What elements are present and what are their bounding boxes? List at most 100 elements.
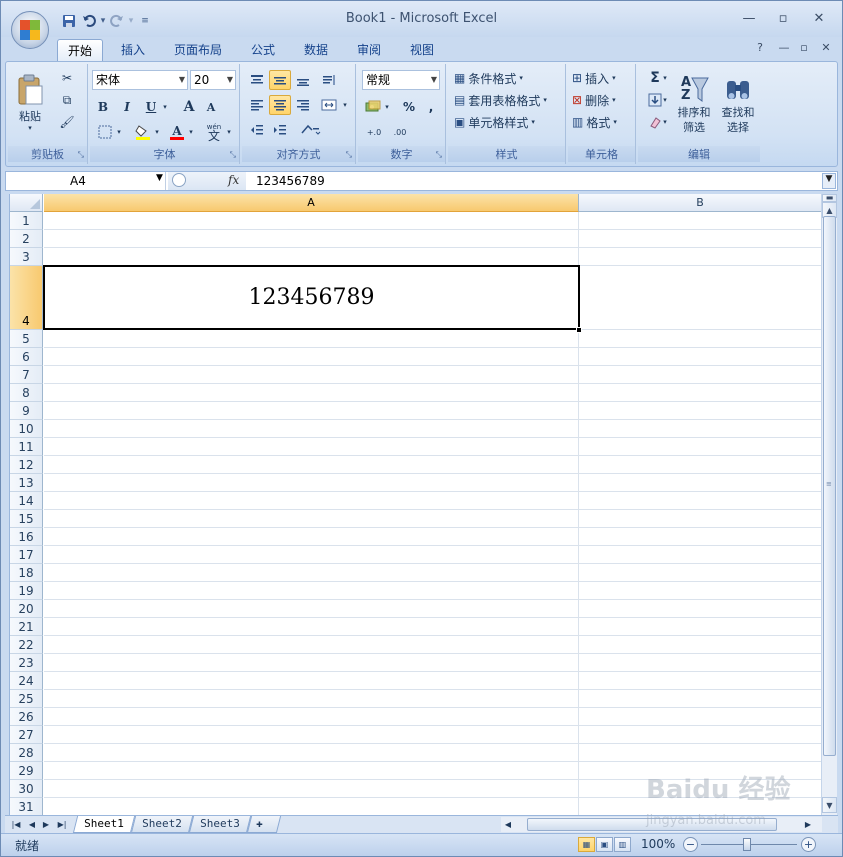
row-header-26[interactable]: 26 xyxy=(10,708,43,726)
phonetic-dropdown-icon[interactable]: ▾ xyxy=(224,122,234,142)
format-as-table-button[interactable]: ▤ 套用表格格式 ▾ xyxy=(454,90,547,110)
horizontal-scrollbar[interactable]: ◀ ▶ xyxy=(501,817,822,832)
ribbon-minimize-icon[interactable]: — xyxy=(775,41,793,57)
align-bottom-icon[interactable] xyxy=(292,70,314,90)
row-header-14[interactable]: 14 xyxy=(10,492,43,510)
row-header-5[interactable]: 5 xyxy=(10,330,43,348)
decrease-indent-icon[interactable] xyxy=(246,120,268,140)
format-painter-icon[interactable]: 🖌 xyxy=(56,112,78,132)
percent-button[interactable]: % xyxy=(398,97,420,117)
zoom-slider-thumb[interactable] xyxy=(743,838,751,851)
accounting-format-icon[interactable] xyxy=(362,97,384,117)
close-icon[interactable]: ✕ xyxy=(804,7,834,29)
split-box-icon[interactable]: ▬ xyxy=(822,194,837,202)
row-header-17[interactable]: 17 xyxy=(10,546,43,564)
conditional-format-button[interactable]: ▦ 条件格式 ▾ xyxy=(454,68,523,88)
page-break-view-icon[interactable]: ▥ xyxy=(614,837,631,852)
ribbon-close-icon[interactable]: ✕ xyxy=(817,41,835,57)
number-launcher-icon[interactable]: ⤡ xyxy=(436,150,442,160)
row-header-21[interactable]: 21 xyxy=(10,618,43,636)
row-header-28[interactable]: 28 xyxy=(10,744,43,762)
tab-home[interactable]: 开始 xyxy=(57,39,104,61)
fill-dropdown-icon[interactable]: ▾ xyxy=(660,90,670,110)
row-header-24[interactable]: 24 xyxy=(10,672,43,690)
tab-page-layout[interactable]: 页面布局 xyxy=(164,39,232,61)
first-sheet-icon[interactable]: |◀ xyxy=(9,817,23,832)
row-header-13[interactable]: 13 xyxy=(10,474,43,492)
row-header-25[interactable]: 25 xyxy=(10,690,43,708)
row-header-11[interactable]: 11 xyxy=(10,438,43,456)
page-layout-view-icon[interactable]: ▣ xyxy=(596,837,613,852)
delete-cells-button[interactable]: ⊠ 删除 ▾ xyxy=(572,90,616,110)
decrease-decimal-button[interactable]: .00 xyxy=(388,122,412,142)
tab-insert[interactable]: 插入 xyxy=(111,39,155,61)
align-center-icon[interactable] xyxy=(269,95,291,115)
formula-bar-collapse-icon[interactable]: ▼ xyxy=(822,173,836,189)
italic-button[interactable]: I xyxy=(116,97,138,117)
column-header-b[interactable]: B xyxy=(579,194,821,212)
column-header-a[interactable]: A xyxy=(44,194,579,212)
row-header-29[interactable]: 29 xyxy=(10,762,43,780)
last-sheet-icon[interactable]: ▶| xyxy=(55,817,69,832)
font-name-select[interactable]: 宋体 ▼ xyxy=(92,70,188,90)
row-header-27[interactable]: 27 xyxy=(10,726,43,744)
name-box[interactable]: A4 xyxy=(6,172,166,190)
align-middle-icon[interactable] xyxy=(269,70,291,90)
horizontal-scroll-thumb[interactable] xyxy=(527,818,777,831)
scroll-left-icon[interactable]: ◀ xyxy=(501,817,515,832)
merge-dropdown-icon[interactable]: ▾ xyxy=(340,95,350,115)
sheet-tab-3[interactable]: Sheet3 xyxy=(188,816,251,833)
insert-sheet-tab[interactable]: ✚ xyxy=(246,816,282,833)
row-header-15[interactable]: 15 xyxy=(10,510,43,528)
shrink-font-button[interactable]: A xyxy=(200,97,222,117)
tab-view[interactable]: 视图 xyxy=(400,39,444,61)
border-icon[interactable] xyxy=(94,122,116,142)
alignment-launcher-icon[interactable]: ⤡ xyxy=(346,150,352,160)
row-header-9[interactable]: 9 xyxy=(10,402,43,420)
clipboard-launcher-icon[interactable]: ⤡ xyxy=(78,150,84,160)
scroll-right-icon[interactable]: ▶ xyxy=(801,817,815,832)
merge-center-icon[interactable] xyxy=(318,95,340,115)
paste-button[interactable]: 粘贴 ▾ xyxy=(12,68,48,138)
sheet-tab-2[interactable]: Sheet2 xyxy=(130,816,193,833)
insert-function-button[interactable]: fx xyxy=(228,173,239,187)
vertical-scroll-thumb[interactable]: ≡ xyxy=(823,216,836,756)
row-header-30[interactable]: 30 xyxy=(10,780,43,798)
row-header-16[interactable]: 16 xyxy=(10,528,43,546)
scroll-down-icon[interactable]: ▼ xyxy=(822,797,837,813)
zoom-out-button[interactable]: − xyxy=(683,837,698,852)
sort-filter-button[interactable]: A Z 排序和 筛选 xyxy=(674,68,714,142)
autosum-dropdown-icon[interactable]: ▾ xyxy=(660,68,670,88)
align-right-icon[interactable] xyxy=(292,95,314,115)
underline-dropdown-icon[interactable]: ▾ xyxy=(160,97,170,117)
office-button[interactable] xyxy=(11,11,49,49)
grow-font-button[interactable]: A xyxy=(178,97,200,117)
row-header-10[interactable]: 10 xyxy=(10,420,43,438)
prev-sheet-icon[interactable]: ◀ xyxy=(25,817,39,832)
row-header-18[interactable]: 18 xyxy=(10,564,43,582)
tab-review[interactable]: 审阅 xyxy=(347,39,391,61)
number-format-select[interactable]: 常规 ▼ xyxy=(362,70,440,90)
sheet-tab-1[interactable]: Sheet1 xyxy=(72,816,135,833)
orientation-icon[interactable] xyxy=(318,70,340,90)
cut-icon[interactable]: ✂ xyxy=(56,68,78,88)
fill-color-dropdown-icon[interactable]: ▾ xyxy=(152,122,162,142)
row-header-2[interactable]: 2 xyxy=(10,230,43,248)
row-header-8[interactable]: 8 xyxy=(10,384,43,402)
row-header-19[interactable]: 19 xyxy=(10,582,43,600)
row-header-23[interactable]: 23 xyxy=(10,654,43,672)
vertical-scrollbar[interactable]: ▬ ▲ ≡ ▼ xyxy=(821,194,837,815)
copy-icon[interactable]: ⧉ xyxy=(56,90,78,110)
name-box-dropdown-icon[interactable]: ▼ xyxy=(156,173,163,183)
row-header-7[interactable]: 7 xyxy=(10,366,43,384)
row-header-4[interactable]: 4 xyxy=(10,266,43,330)
font-size-select[interactable]: 20 ▼ xyxy=(190,70,236,90)
formula-bar-expand-icon[interactable] xyxy=(172,173,186,187)
comma-button[interactable]: , xyxy=(420,97,442,117)
next-sheet-icon[interactable]: ▶ xyxy=(39,817,53,832)
cell-styles-button[interactable]: ▣ 单元格样式 ▾ xyxy=(454,112,535,132)
row-header-12[interactable]: 12 xyxy=(10,456,43,474)
underline-button[interactable]: U xyxy=(140,97,162,117)
minimize-icon[interactable]: — xyxy=(734,7,764,29)
formula-input[interactable]: 123456789 xyxy=(256,172,325,190)
